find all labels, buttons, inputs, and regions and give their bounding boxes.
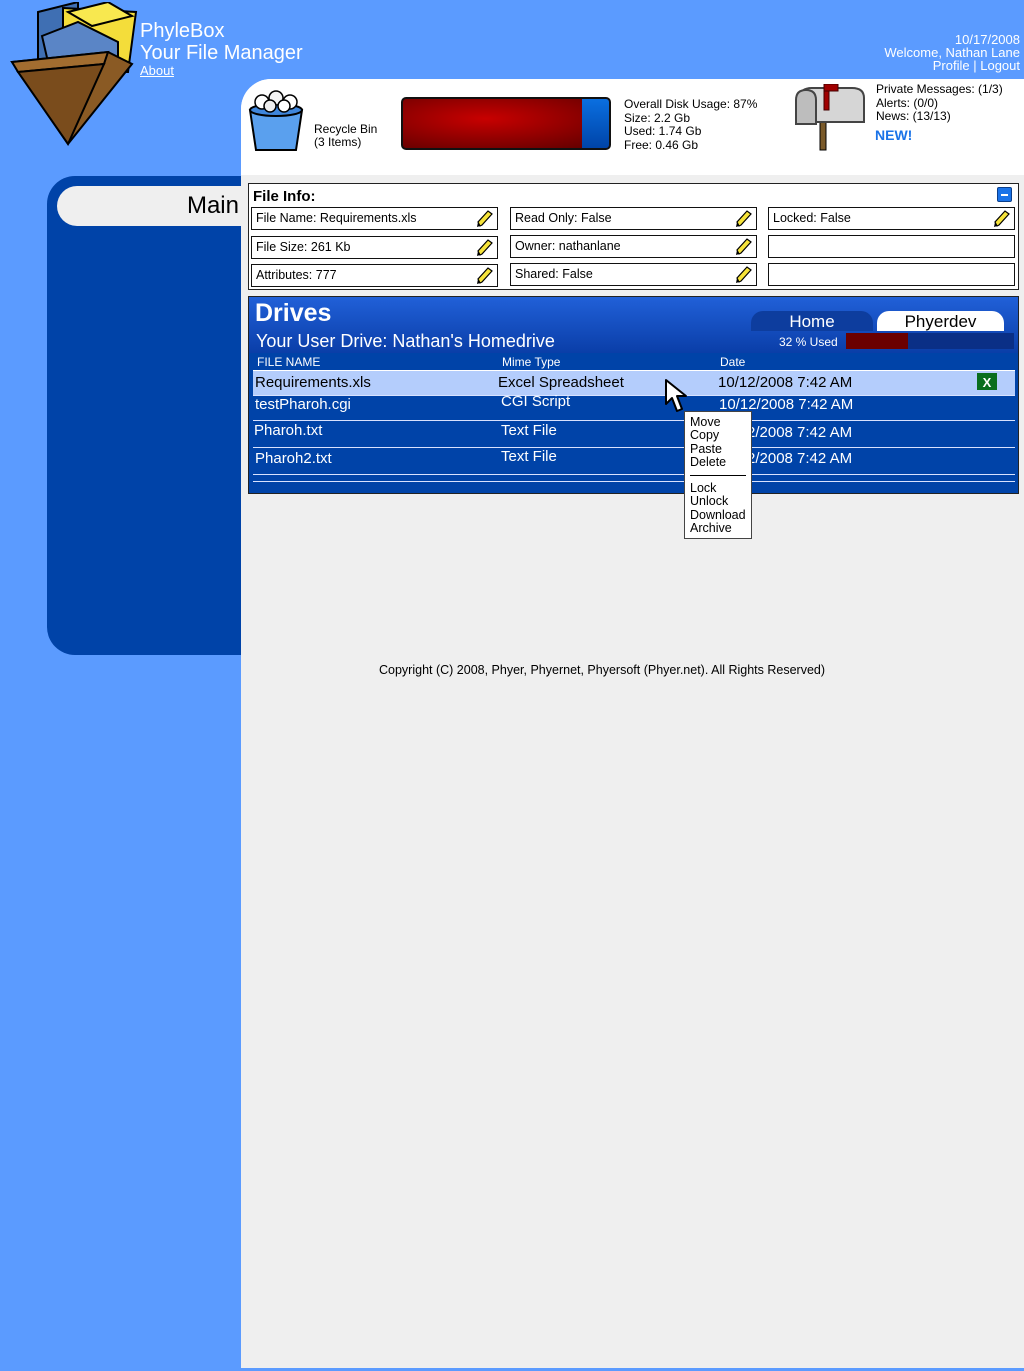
menu-item-lock[interactable]: Lock <box>690 481 751 495</box>
file-name-cell: Pharoh.txt <box>254 422 323 439</box>
recycle-bin-count: (3 Items) <box>314 135 362 149</box>
empty-field-2 <box>768 263 1015 286</box>
table-row[interactable]: Pharoh2.txt Text File 2/2008 7:42 AM <box>253 448 1015 475</box>
file-name-field: File Name: Requirements.xls <box>251 207 498 230</box>
drives-title: Drives <box>255 299 332 327</box>
recycle-bin-info: Recycle Bin (3 Items) <box>314 123 377 149</box>
disk-size-label: Size: 2.2 Gb <box>624 110 691 125</box>
edit-pencil-icon[interactable] <box>736 238 753 255</box>
drive-usage-bar <box>846 333 1014 349</box>
disk-usage-bar <box>401 97 611 150</box>
profile-link[interactable]: Profile <box>933 58 970 73</box>
notifications-info: Private Messages: (1/3) Alerts: (0/0) Ne… <box>876 82 1003 124</box>
news-link[interactable]: News: (13/13) <box>876 109 1003 124</box>
mime-type-cell: CGI Script <box>501 393 571 410</box>
file-name-cell: Pharoh2.txt <box>255 450 332 467</box>
attributes-value: Attributes: 777 <box>256 268 337 282</box>
column-header-file-name[interactable]: FILE NAME <box>257 355 320 369</box>
menu-item-paste[interactable]: Paste <box>690 442 751 456</box>
empty-field-1 <box>768 235 1015 258</box>
menu-item-copy[interactable]: Copy <box>690 428 751 442</box>
drive-usage-fill <box>846 333 909 349</box>
file-info-panel: File Info: File Name: Requirements.xls R… <box>248 183 1019 290</box>
table-row[interactable]: testPharoh.cgi CGI Script 10/12/2008 7:4… <box>253 393 1015 421</box>
drive-used-label: 32 % Used <box>779 335 838 349</box>
edit-pencil-icon[interactable] <box>736 210 753 227</box>
file-name-cell: testPharoh.cgi <box>255 396 351 413</box>
private-messages-link[interactable]: Private Messages: (1/3) <box>876 82 1003 97</box>
shared-field: Shared: False <box>510 263 757 286</box>
alerts-link[interactable]: Alerts: (0/0) <box>876 96 1003 111</box>
logout-link[interactable]: Logout <box>980 58 1020 73</box>
app-subtitle: Your File Manager <box>140 42 303 64</box>
excel-file-icon: X <box>977 373 997 390</box>
edit-pencil-icon[interactable] <box>477 267 494 284</box>
copyright-text: Copyright (C) 2008, Phyer, Phyernet, Phy… <box>379 663 826 677</box>
context-menu: Move Copy Paste Delete Lock Unlock Downl… <box>684 411 752 539</box>
account-links: Profile | Logout <box>884 59 1020 72</box>
collapse-button[interactable] <box>997 187 1012 202</box>
read-only-value: Read Only: False <box>515 211 612 225</box>
disk-usage-info: Overall Disk Usage: 87% Size: 2.2 Gb Use… <box>624 97 758 152</box>
edit-pencil-icon[interactable] <box>736 266 753 283</box>
file-name-cell: Requirements.xls <box>255 374 371 391</box>
column-header-mime-type[interactable]: Mime Type <box>502 355 560 369</box>
sidebar <box>47 176 241 655</box>
table-bottom-divider <box>253 481 1015 482</box>
locked-field: Locked: False <box>768 207 1015 230</box>
attributes-field: Attributes: 777 <box>251 264 498 287</box>
date-cell: 2/2008 7:42 AM <box>747 450 853 467</box>
menu-item-move[interactable]: Move <box>690 415 751 429</box>
column-header-date[interactable]: Date <box>720 355 745 369</box>
read-only-field: Read Only: False <box>510 207 757 230</box>
file-info-title: File Info: <box>253 188 316 205</box>
disk-free-segment <box>582 99 609 148</box>
menu-separator <box>690 475 746 477</box>
mouse-cursor-icon <box>665 379 687 412</box>
phylebox-logo <box>10 2 138 147</box>
tab-home[interactable]: Home <box>751 311 873 331</box>
table-row[interactable]: Requirements.xls Excel Spreadsheet 10/12… <box>253 371 1015 396</box>
owner-value: Owner: nathanlane <box>515 239 621 253</box>
table-row[interactable]: Pharoh.txt Text File 2/2008 7:42 AM <box>253 421 1015 448</box>
locked-value: Locked: False <box>773 211 851 225</box>
drive-subtitle: Your User Drive: Nathan's Homedrive <box>256 331 555 351</box>
mailbox-icon[interactable] <box>790 84 868 152</box>
about-link[interactable]: About <box>140 63 174 78</box>
disk-used-label: Used: 1.74 Gb <box>624 124 702 138</box>
app-title: PhyleBox <box>140 20 225 42</box>
date-cell: 2/2008 7:42 AM <box>747 424 853 441</box>
menu-item-archive[interactable]: Archive <box>690 521 751 535</box>
menu-item-download[interactable]: Download <box>690 508 751 522</box>
menu-item-delete[interactable]: Delete <box>690 455 751 469</box>
file-name-value: File Name: Requirements.xls <box>256 211 417 225</box>
shared-value: Shared: False <box>515 267 593 281</box>
disk-free-label: Free: 0.46 Gb <box>624 137 699 152</box>
edit-pencil-icon[interactable] <box>994 210 1011 227</box>
header-user-panel: 10/17/2008 Welcome, Nathan Lane Profile … <box>884 33 1020 72</box>
news-new-badge[interactable]: NEW! <box>875 127 912 143</box>
disk-usage-label: Overall Disk Usage: 87% <box>624 97 758 111</box>
drives-panel: Drives Your User Drive: Nathan's Homedri… <box>248 296 1019 494</box>
date-cell: 10/12/2008 7:42 AM <box>718 374 853 391</box>
file-size-value: File Size: 261 Kb <box>256 240 351 254</box>
mime-type-cell: Text File <box>501 422 557 439</box>
sidebar-item-main[interactable]: Main <box>57 186 241 226</box>
link-separator: | <box>973 58 977 73</box>
recycle-bin-icon[interactable] <box>244 90 308 152</box>
owner-field: Owner: nathanlane <box>510 235 757 258</box>
mime-type-cell: Excel Spreadsheet <box>498 374 624 391</box>
edit-pencil-icon[interactable] <box>477 239 494 256</box>
tab-phyerdev[interactable]: Phyerdev <box>877 311 1004 331</box>
mime-type-cell: Text File <box>501 448 557 465</box>
file-size-field: File Size: 261 Kb <box>251 236 498 259</box>
edit-pencil-icon[interactable] <box>477 210 494 227</box>
menu-item-unlock[interactable]: Unlock <box>690 495 751 509</box>
